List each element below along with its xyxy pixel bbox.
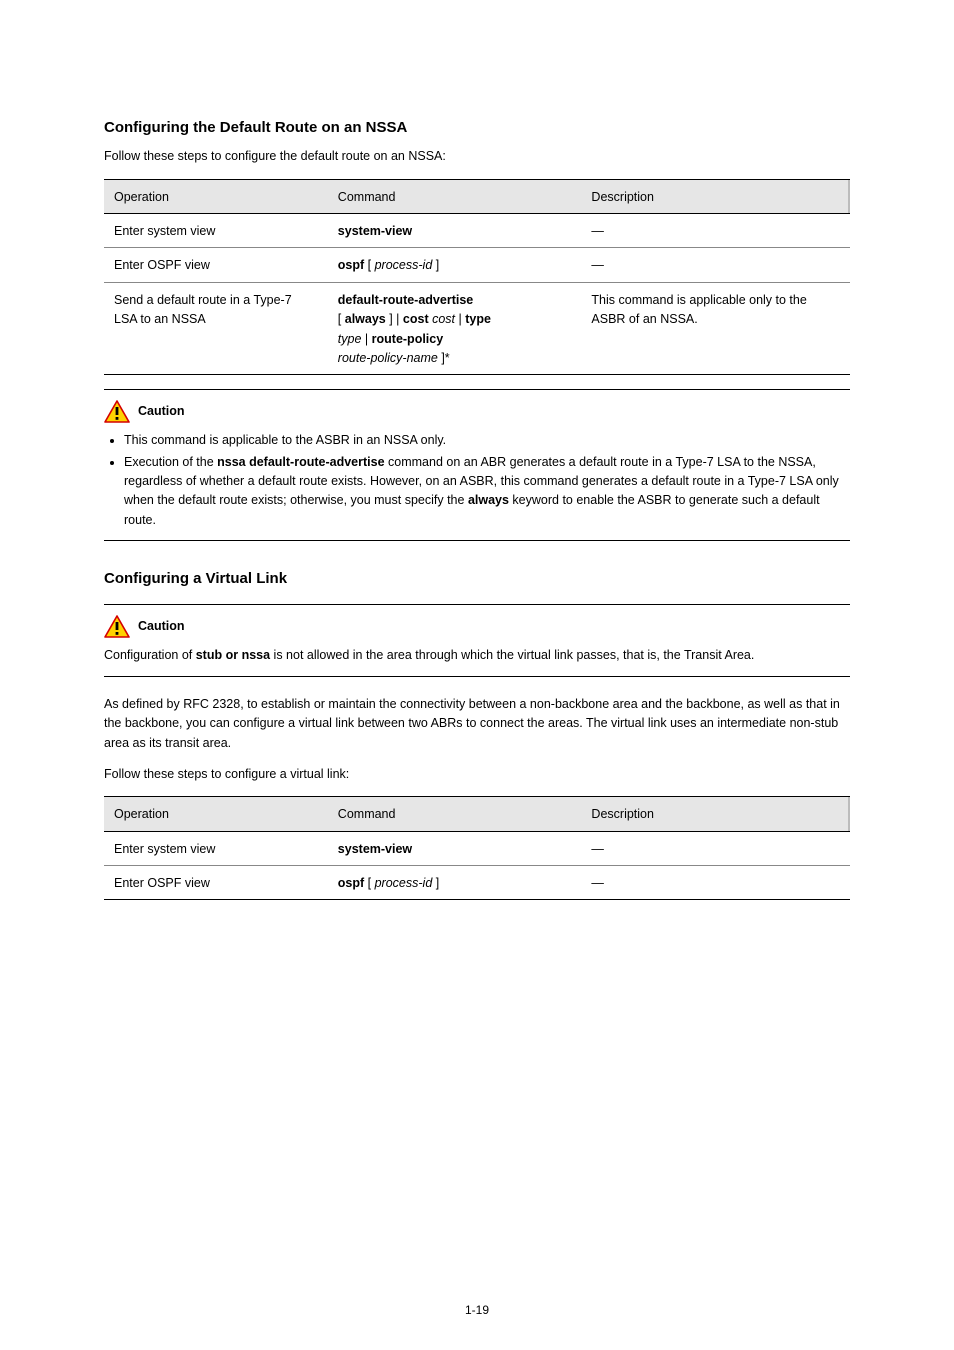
th-command: Command [328,179,582,213]
caution-callout-nssa: Caution This command is applicable to th… [104,400,850,530]
section-intro-nssa: Follow these steps to configure the defa… [104,147,850,166]
warning-icon [104,615,130,638]
th-command: Command [328,797,582,831]
text: Configuration of [104,648,196,662]
callout-header: Caution [104,615,850,638]
callout-header: Caution [104,400,850,423]
text: Execution of the [124,455,217,469]
divider [104,540,850,541]
text: is not allowed in the area through which… [270,648,754,662]
callout-bullets: This command is applicable to the ASBR i… [104,431,850,530]
cmd-plain: [ [364,876,374,890]
cell-op: Send a default route in a Type-7 LSA to … [104,282,328,375]
caution-callout-vlink: Caution Configuration of stub or nssa is… [104,615,850,665]
th-description: Description [581,179,850,213]
cmd-italic: process-id [375,258,433,272]
cmd-bold: default-route-advertise [338,293,473,307]
divider [104,676,850,677]
cell-desc: — [581,831,850,865]
cmd-bold: ospf [338,876,364,890]
cmd-bold: ospf [338,258,364,272]
section-para-vlink: As defined by RFC 2328, to establish or … [104,695,850,753]
cmd-italic: process-id [375,876,433,890]
cmd-plain: ] [432,876,439,890]
cmd-bold: cost [403,312,429,326]
cell-op: Enter OSPF view [104,248,328,282]
text-bold: always [468,493,509,507]
table-nssa-default-route: Operation Command Description Enter syst… [104,179,850,376]
callout-text: Configuration of stub or nssa is not all… [104,646,850,665]
cmd-bold: route-policy [372,332,444,346]
cell-desc: — [581,214,850,248]
divider [104,604,850,605]
table-row: Send a default route in a Type-7 LSA to … [104,282,850,375]
cell-op: Enter system view [104,214,328,248]
bullet-item: This command is applicable to the ASBR i… [124,431,850,450]
cmd-italic: route-policy-name [338,351,438,365]
divider [104,389,850,390]
cmd-plain: | [361,332,371,346]
cmd-plain: [ [364,258,374,272]
cell-op: Enter OSPF view [104,866,328,900]
cmd-bold: always [345,312,386,326]
table-header-row: Operation Command Description [104,179,850,213]
table-row: Enter system view system-view — [104,831,850,865]
page: Configuring the Default Route on an NSSA… [0,0,954,1350]
th-description: Description [581,797,850,831]
cell-cmd: system-view [328,214,582,248]
cell-desc: — [581,248,850,282]
th-operation: Operation [104,179,328,213]
table-row: Enter system view system-view — [104,214,850,248]
cmd-plain: ] | [386,312,403,326]
cell-cmd: default-route-advertise [ always ] | cos… [328,282,582,375]
cell-cmd: ospf [ process-id ] [328,866,582,900]
cell-desc: This command is applicable only to the A… [581,282,850,375]
th-operation: Operation [104,797,328,831]
cell-cmd: ospf [ process-id ] [328,248,582,282]
table-row: Enter OSPF view ospf [ process-id ] — [104,866,850,900]
cmd-bold: system-view [338,224,412,238]
warning-icon [104,400,130,423]
table-virtual-link: Operation Command Description Enter syst… [104,796,850,900]
text-bold: nssa default-route-advertise [217,455,384,469]
cell-cmd: system-view [328,831,582,865]
cmd-italic: type [338,332,362,346]
cmd-plain: | [455,312,465,326]
section-intro-vlink: Follow these steps to configure a virtua… [104,765,850,784]
page-number: 1-19 [0,1301,954,1320]
section-heading-nssa: Configuring the Default Route on an NSSA [104,116,850,139]
table-header-row: Operation Command Description [104,797,850,831]
cell-desc: — [581,866,850,900]
text-bold: stub or nssa [196,648,270,662]
table-row: Enter OSPF view ospf [ process-id ] — [104,248,850,282]
callout-label: Caution [138,617,185,636]
cell-op: Enter system view [104,831,328,865]
cmd-bold: system-view [338,842,412,856]
cmd-italic: cost [429,312,455,326]
cmd-plain: ]* [438,351,450,365]
bullet-item: Execution of the nssa default-route-adve… [124,453,850,531]
cmd-plain: ] [432,258,439,272]
cmd-bold: type [465,312,491,326]
section-heading-vlink: Configuring a Virtual Link [104,567,850,590]
callout-label: Caution [138,402,185,421]
cmd-plain: [ [338,312,345,326]
